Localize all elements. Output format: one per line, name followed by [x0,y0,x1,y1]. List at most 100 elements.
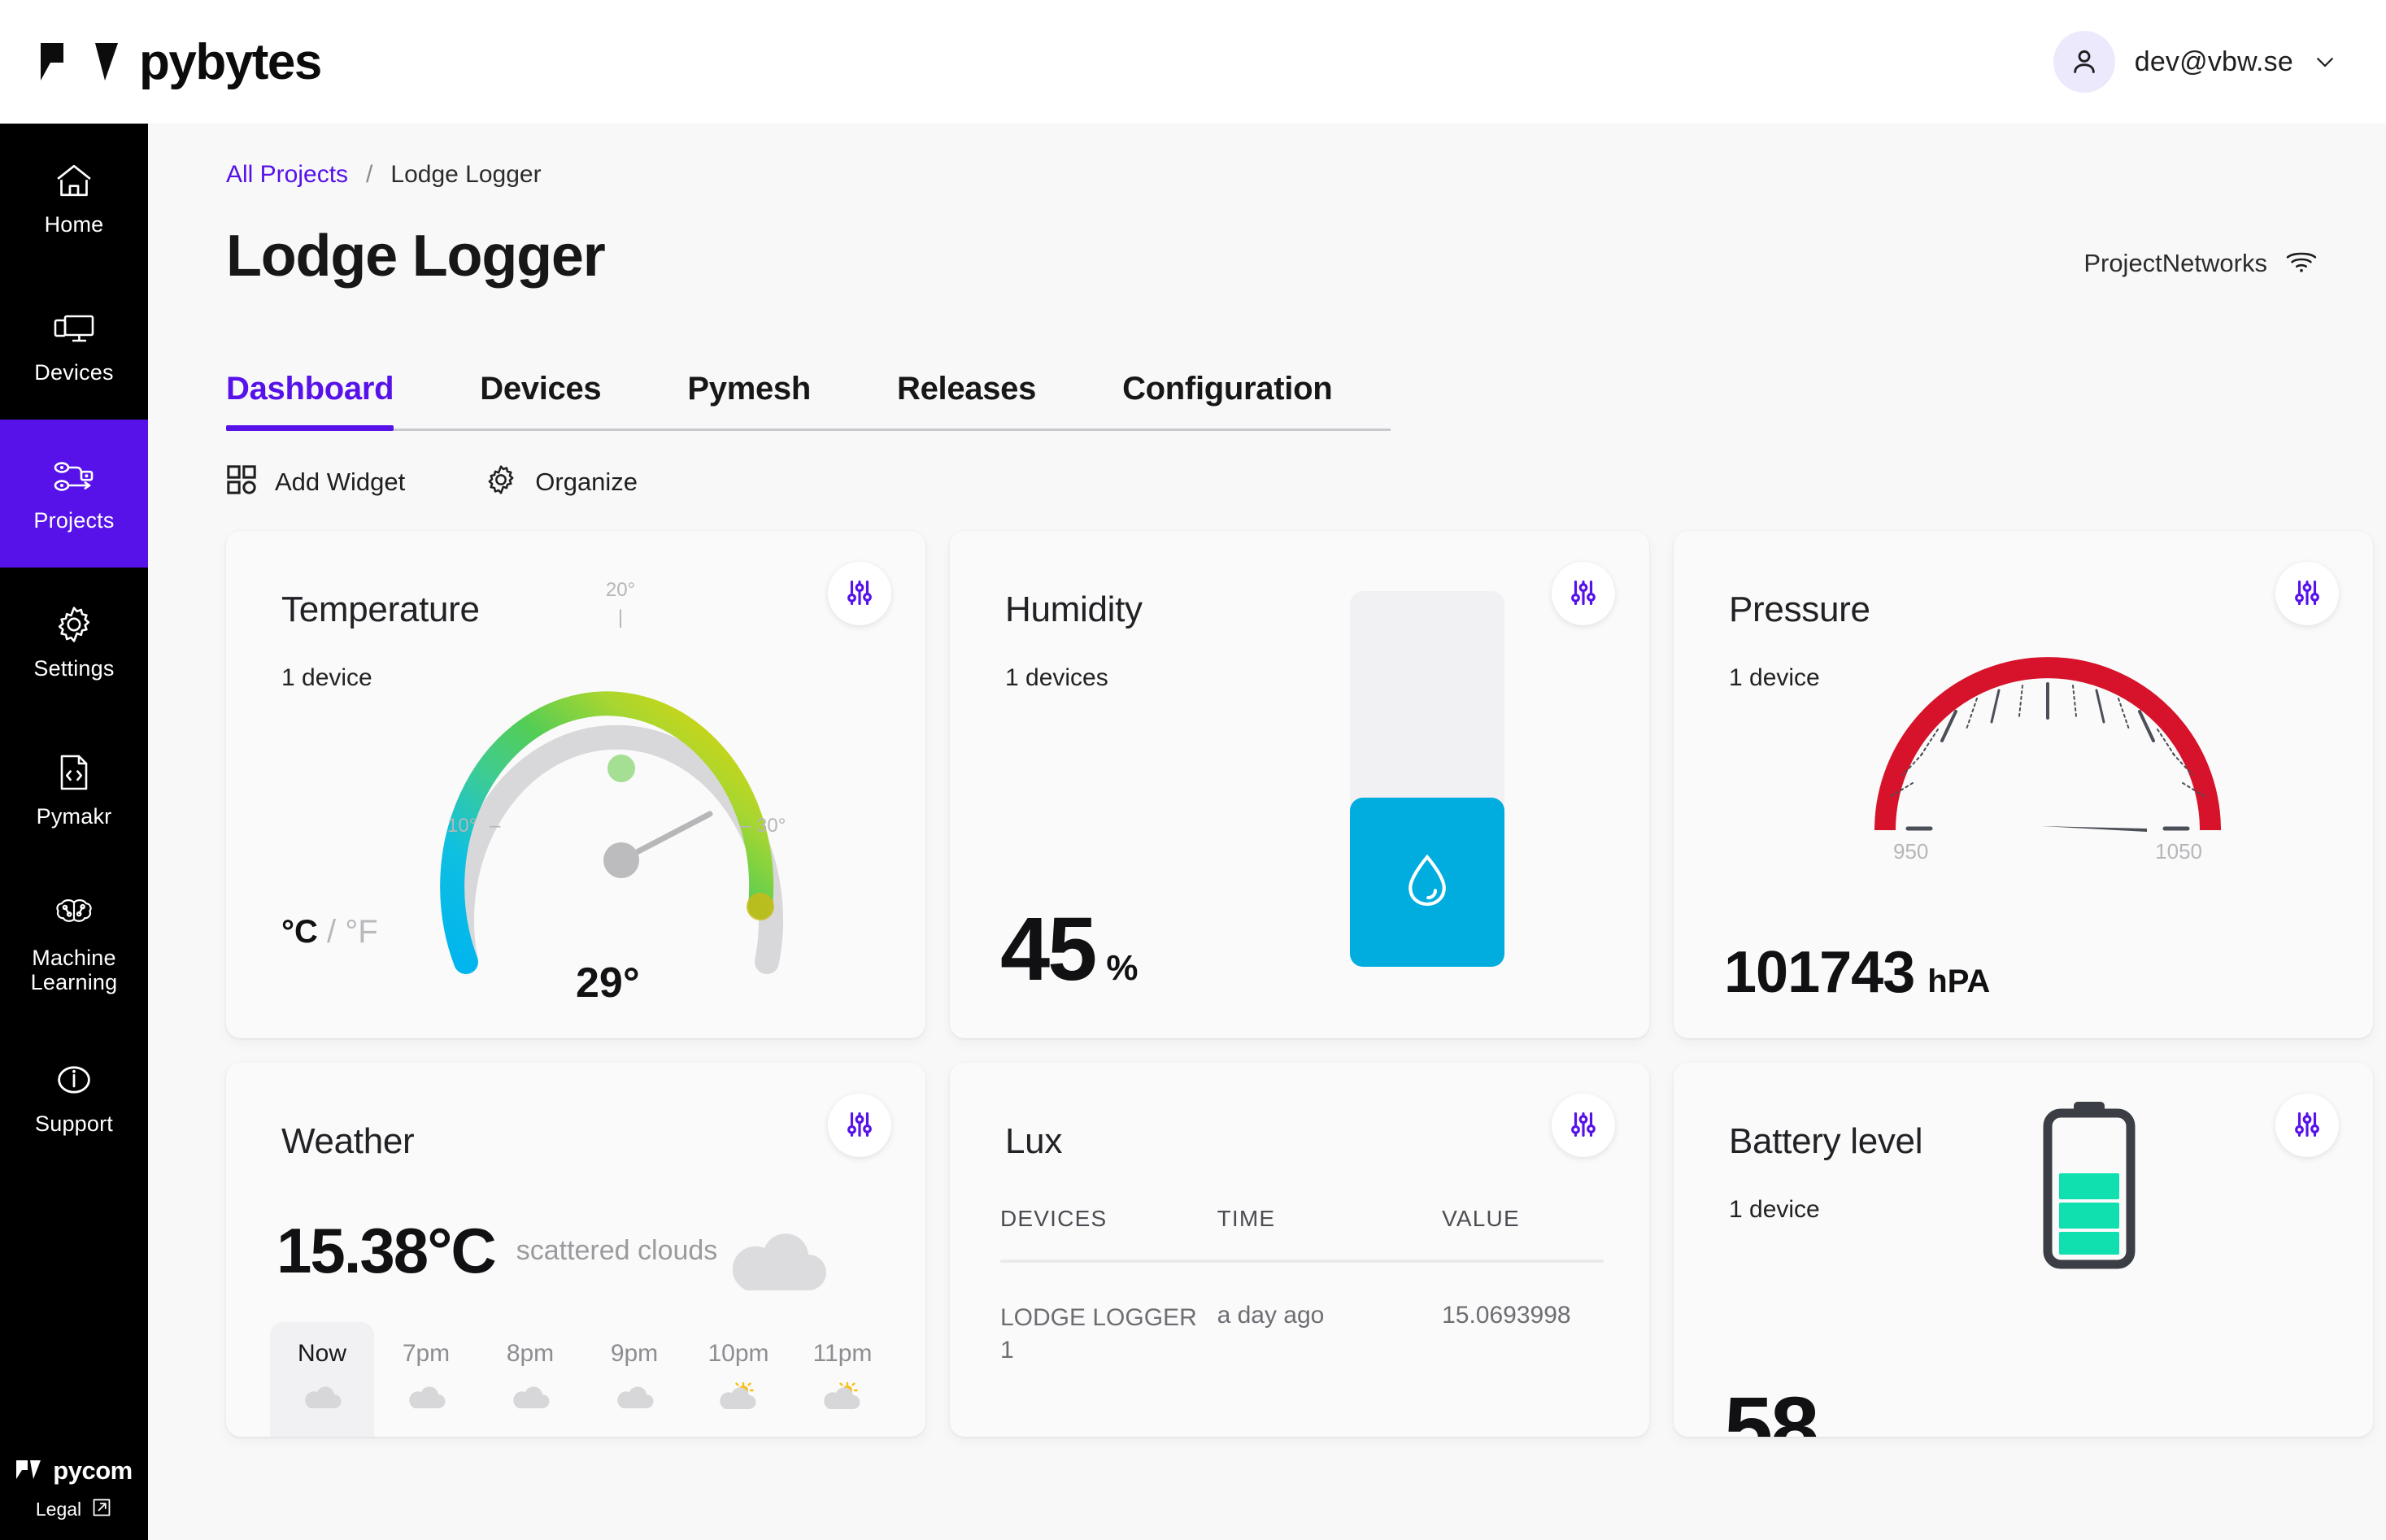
table-header-row: DEVICES TIME VALUE [1000,1206,1604,1259]
cell-device: LODGE LOGGER 1 [1000,1304,1197,1364]
battery-icon [2036,1098,2142,1275]
unit-celsius[interactable]: °C [281,914,318,950]
sidebar: Home Devices Projects Settings Pymakr Ma… [0,124,148,1540]
main-content: All Projects / Lodge Logger Lodge Logger… [148,124,2386,1540]
breadcrumb-all-projects[interactable]: All Projects [226,161,348,189]
sun-cloud-icon [716,1381,760,1416]
projects-flow-icon [52,455,96,498]
home-icon [53,159,95,202]
humidity-bar-track [1350,591,1504,967]
sidebar-footer: pycom Legal [0,1456,148,1540]
humidity-unit: % [1106,948,1139,988]
column-header-time: TIME [1217,1206,1276,1231]
forecast-item[interactable]: 10pm [686,1322,790,1437]
widget-title: Pressure [1729,589,1870,629]
organize-button[interactable]: Organize [485,463,638,500]
weather-temperature: 15.38°C [276,1215,497,1286]
weather-readout: 15.38°C scattered clouds [276,1214,717,1288]
page-title: Lodge Logger [226,224,606,289]
svg-text:– 30°: – 30° [740,815,786,837]
sliders-icon [1568,577,1599,611]
code-file-icon [56,750,92,794]
pycom-name: pycom [53,1456,133,1485]
user-menu[interactable]: dev@vbw.se [2053,31,2337,93]
unit-separator: / [327,914,337,950]
tab-configuration[interactable]: Configuration [1122,371,1333,429]
tab-dashboard[interactable]: Dashboard [226,371,394,431]
sidebar-nav-list: Home Devices Projects Settings Pymakr Ma… [0,124,148,1171]
brand-logo[interactable]: pybytes [39,33,322,91]
humidity-bar-fill [1350,798,1504,967]
sidebar-item-support[interactable]: Support [0,1023,148,1171]
sliders-icon [2292,577,2323,611]
sidebar-item-devices[interactable]: Devices [0,272,148,420]
unit-fahrenheit[interactable]: °F [345,914,377,950]
sidebar-item-label: Pymakr [36,804,112,829]
column-header-value: VALUE [1442,1206,1520,1231]
widget-title: Weather [281,1121,415,1161]
pressure-value: 101743 [1724,940,1915,1005]
water-drop-icon [1402,851,1452,914]
sidebar-item-settings[interactable]: Settings [0,568,148,716]
forecast-item[interactable]: Now [270,1322,374,1437]
cell-time: a day ago [1217,1302,1325,1329]
project-networks-link[interactable]: ProjectNetworks [2083,248,2318,278]
widget-settings-button[interactable] [2275,1094,2339,1157]
tab-bar: Dashboard Devices Pymesh Releases Config… [226,371,1391,431]
add-widget-label: Add Widget [275,467,406,496]
column-header-devices: DEVICES [1000,1206,1108,1231]
tab-devices[interactable]: Devices [480,371,601,429]
battery-value: 58 [1724,1378,1819,1437]
chevron-down-icon [2313,50,2337,74]
forecast-item[interactable]: 9pm [582,1322,686,1437]
wifi-icon [2285,248,2318,278]
table-row[interactable]: LODGE LOGGER 1 a day ago 15.0693998 [1000,1263,1604,1367]
grid-widgets-icon [226,464,257,499]
widget-device-count: 1 device [281,664,372,691]
sliders-icon [2292,1109,2323,1142]
forecast-time: 11pm [812,1340,873,1367]
sidebar-item-machine-learning[interactable]: Machine Learning [0,864,148,1023]
legal-link[interactable]: Legal [36,1497,112,1522]
tab-pymesh[interactable]: Pymesh [687,371,811,429]
legal-label: Legal [35,1499,82,1520]
sidebar-item-home[interactable]: Home [0,124,148,272]
svg-text:950: 950 [1893,839,1928,863]
sidebar-item-label: Home [44,212,104,237]
user-email: dev@vbw.se [2134,46,2293,77]
widget-settings-button[interactable] [828,1094,891,1157]
forecast-time: 7pm [402,1340,451,1367]
widget-device-count: 1 device [1729,1196,1820,1223]
widget-settings-button[interactable] [1552,562,1615,625]
widget-device-count: 1 device [1729,664,1820,691]
widget-pressure: Pressure 1 device 950 1050 101743 hPA [1674,531,2373,1038]
forecast-item[interactable]: 11pm [790,1322,895,1437]
widget-title: Lux [1005,1121,1063,1161]
forecast-item[interactable]: 7pm [374,1322,478,1437]
widget-settings-button[interactable] [2275,562,2339,625]
sidebar-item-label: Settings [33,656,115,681]
sidebar-item-label: Support [35,1111,113,1136]
forecast-time: 10pm [708,1340,769,1367]
gear-icon [54,603,94,646]
sidebar-item-label: Projects [33,508,115,533]
widget-settings-button[interactable] [1552,1094,1615,1157]
forecast-item[interactable]: 8pm [478,1322,582,1437]
tab-releases[interactable]: Releases [897,371,1036,429]
cloud-icon [614,1382,655,1414]
widget-temperature: Temperature 1 device 10° – 20° | – 30° °… [226,531,925,1038]
add-widget-button[interactable]: Add Widget [226,464,405,499]
temperature-unit-toggle[interactable]: °C / °F [281,914,378,951]
sidebar-item-pymakr[interactable]: Pymakr [0,716,148,864]
sidebar-item-projects[interactable]: Projects [0,420,148,568]
breadcrumb-separator: / [366,161,373,188]
sun-cloud-icon [821,1381,864,1416]
gear-icon [485,463,517,500]
forecast-time: 9pm [610,1340,659,1367]
pressure-gauge: 950 1050 [1861,594,2235,867]
cloud-icon [406,1382,446,1414]
widget-battery-level: Battery level 1 device 58 [1674,1063,2373,1437]
devices-icon [53,307,95,350]
pycom-flag-logo-icon [15,1459,45,1484]
widget-title: Humidity [1005,589,1143,629]
